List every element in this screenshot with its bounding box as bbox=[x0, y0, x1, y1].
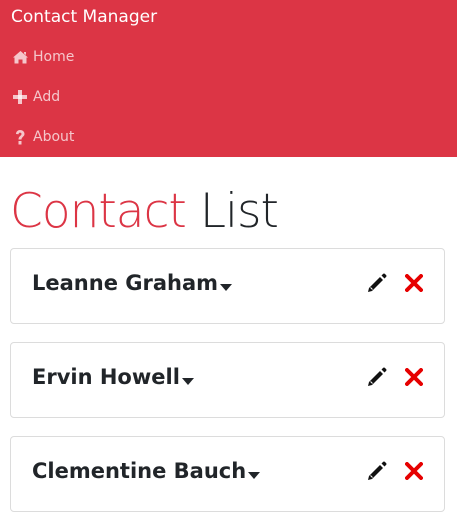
times-icon[interactable] bbox=[402, 365, 426, 389]
caret-down-icon bbox=[181, 377, 194, 385]
navbar: Contact Manager Home Add About bbox=[0, 0, 457, 157]
question-icon bbox=[11, 129, 29, 145]
plus-icon bbox=[11, 89, 29, 105]
contact-name: Clementine Bauch bbox=[32, 459, 247, 483]
contact-actions bbox=[365, 459, 426, 483]
contact-name-toggle[interactable]: Leanne Graham bbox=[32, 271, 233, 295]
times-icon[interactable] bbox=[402, 459, 426, 483]
pencil-icon[interactable] bbox=[365, 365, 389, 389]
contact-card: Clementine Bauch bbox=[10, 436, 445, 512]
times-icon[interactable] bbox=[402, 271, 426, 295]
pencil-icon[interactable] bbox=[365, 271, 389, 295]
navbar-brand[interactable]: Contact Manager bbox=[11, 7, 157, 27]
nav-link-home-label: Home bbox=[33, 49, 75, 65]
page-title-rest: List bbox=[199, 184, 279, 239]
contact-name: Leanne Graham bbox=[32, 271, 219, 295]
page-title-accent: Contact bbox=[10, 184, 187, 239]
contact-card: Ervin Howell bbox=[10, 342, 445, 418]
contact-name-toggle[interactable]: Clementine Bauch bbox=[32, 459, 261, 483]
nav-link-about[interactable]: About bbox=[11, 129, 74, 145]
contact-actions bbox=[365, 271, 426, 295]
nav-link-add-label: Add bbox=[33, 89, 61, 105]
nav-link-home[interactable]: Home bbox=[11, 49, 74, 65]
caret-down-icon bbox=[220, 283, 233, 291]
nav-link-add[interactable]: Add bbox=[11, 89, 60, 105]
contact-card: Leanne Graham bbox=[10, 248, 445, 324]
contact-name-toggle[interactable]: Ervin Howell bbox=[32, 365, 194, 389]
contact-actions bbox=[365, 365, 426, 389]
contact-name: Ervin Howell bbox=[32, 365, 180, 389]
page-title: Contact List bbox=[10, 183, 279, 241]
pencil-icon[interactable] bbox=[365, 459, 389, 483]
caret-down-icon bbox=[248, 471, 261, 479]
nav-link-about-label: About bbox=[33, 129, 75, 145]
home-icon bbox=[11, 49, 29, 65]
